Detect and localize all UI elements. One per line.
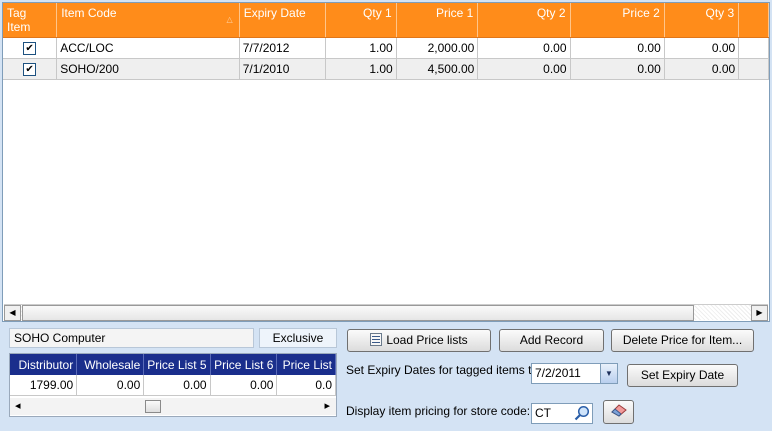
expiry-date-cell[interactable]: 7/1/2010 (239, 58, 327, 80)
price-list-7-cell[interactable]: 0.0 (276, 375, 336, 396)
price1-cell[interactable]: 4,500.00 (396, 58, 479, 80)
wholesale-price-cell[interactable]: 0.00 (76, 375, 145, 396)
price1-cell[interactable]: 2,000.00 (396, 37, 479, 59)
clear-store-button[interactable] (603, 400, 634, 424)
qty3-cell[interactable]: 0.00 (664, 58, 740, 80)
price-list-header-row: Distributor Wholesale Price List 5 Price… (10, 354, 336, 375)
more-cell (738, 37, 769, 59)
distributor-price-cell[interactable]: 1799.00 (10, 375, 78, 396)
col-header-distributor[interactable]: Distributor (10, 354, 78, 375)
price-list-table: Distributor Wholesale Price List 5 Price… (10, 354, 336, 396)
tag-item-cell[interactable]: ✔ (3, 37, 58, 59)
scroll-left-arrow-icon[interactable]: ◂ (15, 399, 21, 412)
scroll-right-arrow-icon[interactable]: ▶ (751, 305, 768, 321)
scrollbar-thumb[interactable] (22, 305, 694, 321)
chevron-down-icon[interactable]: ▼ (600, 364, 617, 383)
col-header-wholesale[interactable]: Wholesale (76, 354, 145, 375)
col-header-expiry-date[interactable]: Expiry Date (239, 3, 327, 38)
price-list-icon (370, 333, 383, 346)
price2-cell[interactable]: 0.00 (570, 58, 665, 80)
scroll-right-arrow-icon[interactable]: ▸ (324, 399, 330, 412)
add-record-button[interactable]: Add Record (499, 329, 604, 352)
table-row[interactable]: ✔ SOHO/200 7/1/2010 1.00 4,500.00 0.00 0… (3, 58, 769, 80)
qty2-cell[interactable]: 0.00 (477, 58, 571, 80)
table-row[interactable]: 1799.00 0.00 0.00 0.00 0.0 (10, 375, 336, 396)
col-header-price2[interactable]: Price 2 (570, 3, 665, 38)
store-code-input[interactable]: CT (531, 403, 593, 424)
qty1-cell[interactable]: 1.00 (325, 37, 397, 59)
col-header-price-list-7[interactable]: Price List (276, 354, 336, 375)
sort-indicator-icon: △ (226, 15, 233, 24)
table-row[interactable]: ✔ ACC/LOC 7/7/2012 1.00 2,000.00 0.00 0.… (3, 37, 769, 59)
set-expiry-date-button[interactable]: Set Expiry Date (627, 364, 738, 387)
col-header-qty1[interactable]: Qty 1 (325, 3, 397, 38)
scrollbar-thumb[interactable] (145, 400, 161, 413)
delete-price-button[interactable]: Delete Price for Item... (611, 329, 754, 352)
price-grid-horizontal-scrollbar[interactable]: ◂ ▸ (10, 398, 336, 415)
price2-cell[interactable]: 0.00 (570, 37, 665, 59)
item-code-cell[interactable]: SOHO/200 (56, 58, 240, 80)
col-header-more (738, 3, 769, 38)
price-list-grid: Distributor Wholesale Price List 5 Price… (9, 353, 337, 417)
col-header-qty2[interactable]: Qty 2 (477, 3, 571, 38)
expiry-date-cell[interactable]: 7/7/2012 (239, 37, 327, 59)
qty3-cell[interactable]: 0.00 (664, 37, 740, 59)
item-price-grid: Tag Item Item Code △ Expiry Date Qty 1 Pr… (2, 2, 770, 322)
store-code-value: CT (535, 406, 551, 420)
search-icon[interactable] (573, 404, 591, 422)
item-code-cell[interactable]: ACC/LOC (56, 37, 240, 59)
price-list-6-cell[interactable]: 0.00 (210, 375, 278, 396)
expiry-date-picker[interactable]: 7/2/2011 ▼ (531, 363, 618, 384)
tax-mode-field: Exclusive (259, 328, 337, 348)
col-header-tag-item[interactable]: Tag Item (3, 3, 58, 38)
load-price-lists-button[interactable]: Load Price lists (347, 329, 491, 352)
tag-item-cell[interactable]: ✔ (3, 58, 58, 80)
load-price-lists-label: Load Price lists (386, 333, 468, 347)
col-header-price-list-5[interactable]: Price List 5 (143, 354, 211, 375)
item-price-table: Tag Item Item Code △ Expiry Date Qty 1 Pr… (3, 3, 769, 80)
expiry-date-value: 7/2/2011 (535, 366, 581, 380)
grid-horizontal-scrollbar[interactable]: ◀ ▶ (4, 304, 768, 321)
qty1-cell[interactable]: 1.00 (325, 58, 397, 80)
more-cell (738, 58, 769, 80)
expiry-dates-label: Set Expiry Dates for tagged items to (346, 363, 539, 377)
eraser-icon (610, 404, 627, 417)
col-header-price1[interactable]: Price 1 (396, 3, 479, 38)
tag-checkbox[interactable]: ✔ (23, 63, 37, 77)
qty2-cell[interactable]: 0.00 (477, 37, 571, 59)
tag-checkbox[interactable]: ✔ (23, 42, 37, 56)
col-header-price-list-6[interactable]: Price List 6 (210, 354, 278, 375)
price-list-5-cell[interactable]: 0.00 (143, 375, 211, 396)
item-description-field: SOHO Computer (9, 328, 254, 348)
scroll-left-arrow-icon[interactable]: ◀ (4, 305, 21, 321)
store-code-label: Display item pricing for store code: (346, 404, 531, 418)
col-header-qty3[interactable]: Qty 3 (664, 3, 740, 38)
col-header-item-code[interactable]: Item Code △ (56, 3, 240, 38)
grid-header-row: Tag Item Item Code △ Expiry Date Qty 1 Pr… (3, 3, 769, 38)
